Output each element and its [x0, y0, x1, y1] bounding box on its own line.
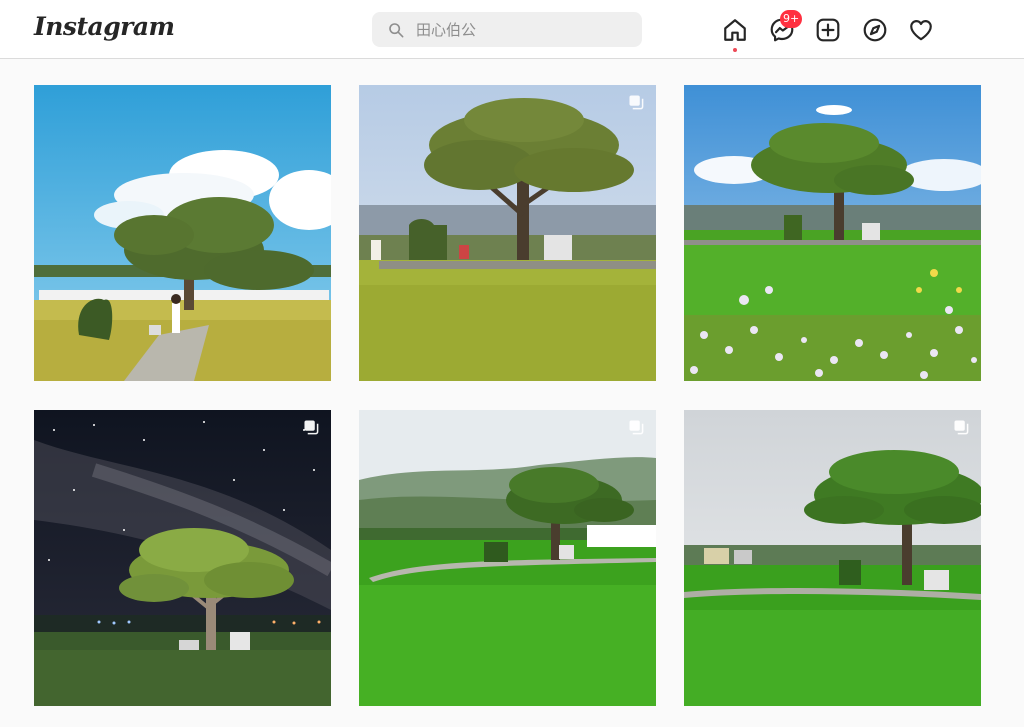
- tree-wildflowers-photo: [684, 85, 981, 381]
- active-indicator-dot: [733, 48, 737, 52]
- tree-golden-field-photo: [359, 85, 656, 381]
- new-post-button[interactable]: [815, 17, 841, 43]
- carousel-icon: [304, 420, 319, 435]
- post-thumbnail[interactable]: [359, 410, 656, 706]
- home-icon: [724, 19, 746, 41]
- new-post-icon: [816, 18, 840, 42]
- carousel-icon: [954, 420, 969, 435]
- message-count-badge: 9+: [780, 10, 803, 28]
- tree-sunny-photo: [34, 85, 331, 381]
- post-thumbnail[interactable]: [359, 85, 656, 381]
- instagram-logo[interactable]: Instagram: [34, 12, 175, 41]
- heart-icon: [910, 20, 932, 41]
- tree-cloudy-paddy-photo: [684, 410, 981, 706]
- carousel-icon: [629, 420, 644, 435]
- post-thumbnail[interactable]: [34, 410, 331, 706]
- messenger-button[interactable]: 9+: [769, 10, 803, 43]
- carousel-icon: [629, 95, 644, 110]
- search-input[interactable]: [414, 19, 618, 40]
- post-thumbnail[interactable]: [684, 85, 981, 381]
- search-box[interactable]: [372, 12, 642, 47]
- tree-night-sky-photo: [34, 410, 331, 706]
- top-navigation-bar: Instagram 9+: [0, 0, 1024, 59]
- explore-button[interactable]: [862, 17, 888, 43]
- post-thumbnail[interactable]: [34, 85, 331, 381]
- activity-button[interactable]: [908, 17, 934, 43]
- post-thumbnail[interactable]: [684, 410, 981, 706]
- search-icon: [389, 22, 404, 37]
- home-button[interactable]: [722, 17, 748, 52]
- explore-icon: [863, 18, 887, 42]
- tree-green-paddy-photo: [359, 410, 656, 706]
